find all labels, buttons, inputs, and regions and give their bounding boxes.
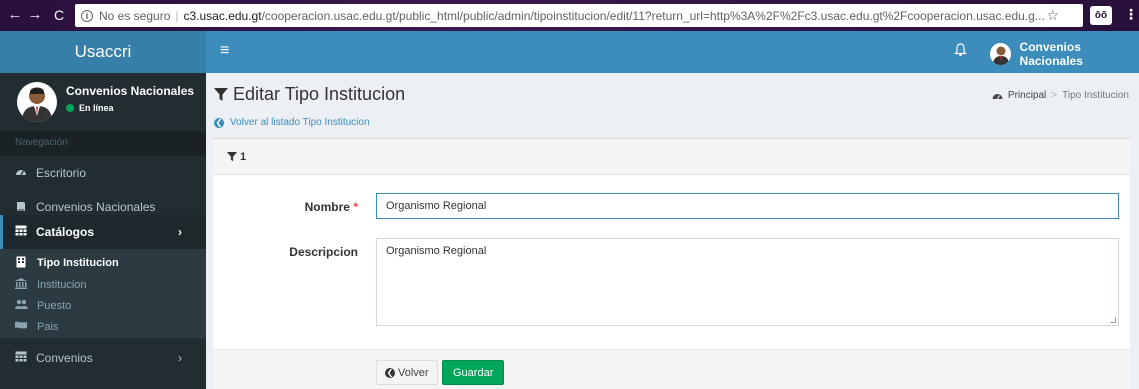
top-navbar: ≡ Convenios Nacionales bbox=[206, 31, 1139, 73]
chevron-right-icon: › bbox=[178, 225, 182, 239]
notifications-bell-icon[interactable] bbox=[954, 43, 967, 60]
table-icon bbox=[14, 225, 28, 239]
descripcion-value: Organismo Regional bbox=[386, 245, 487, 257]
breadcrumb-separator: > bbox=[1051, 90, 1058, 101]
sidebar-toggle-icon[interactable]: ≡ bbox=[220, 42, 229, 60]
descripcion-label: Descripcion bbox=[289, 245, 358, 259]
table-icon bbox=[14, 351, 28, 365]
dashboard-icon bbox=[14, 166, 28, 181]
forward-arrow-icon[interactable]: → bbox=[24, 6, 46, 23]
submenu-item-label: Institucion bbox=[37, 279, 87, 291]
browser-toolbar: ← → C i No es seguro | c3.usac.edu.gt /c… bbox=[0, 0, 1139, 31]
url-separator: | bbox=[175, 8, 179, 23]
user-panel: Convenios Nacionales En línea bbox=[0, 73, 206, 131]
nombre-input[interactable]: Organismo Regional bbox=[376, 193, 1119, 219]
submenu-item-pais[interactable]: Pais bbox=[0, 316, 206, 338]
submenu-item-tipo-institucion[interactable]: Tipo Institucion bbox=[0, 252, 206, 274]
resize-handle[interactable] bbox=[1110, 317, 1116, 323]
sidebar-item-label: Catálogos bbox=[36, 225, 95, 239]
box-footer: ❮ Volver Guardar bbox=[213, 349, 1130, 389]
sidebar-user-name: Convenios Nacionales bbox=[66, 84, 195, 98]
users-icon bbox=[15, 299, 28, 313]
bank-icon bbox=[15, 278, 27, 292]
extension-icon[interactable]: ōō bbox=[1090, 6, 1112, 25]
breadcrumb-home[interactable]: Principal bbox=[1008, 90, 1046, 101]
page-title-text: Editar Tipo Institucion bbox=[233, 84, 406, 104]
submenu-item-label: Puesto bbox=[37, 300, 72, 312]
user-menu[interactable]: Convenios Nacionales bbox=[990, 40, 1139, 68]
volver-label: Volver bbox=[398, 366, 429, 379]
chevron-circle-left-icon: ❮ bbox=[385, 367, 395, 378]
chevron-right-icon: › bbox=[178, 351, 182, 365]
filter-icon bbox=[214, 87, 228, 101]
back-to-list-link[interactable]: ❮ Volver al listado Tipo Institucion bbox=[214, 117, 370, 128]
chevron-circle-left-icon: ❮ bbox=[214, 117, 224, 128]
nombre-label-text: Nombre bbox=[304, 200, 350, 214]
volver-button[interactable]: ❮ Volver bbox=[376, 360, 438, 385]
nombre-label: Nombre * bbox=[273, 200, 358, 214]
descripcion-textarea[interactable]: Organismo Regional bbox=[376, 238, 1119, 326]
guardar-button[interactable]: Guardar bbox=[442, 360, 505, 385]
back-link-label: Volver al listado Tipo Institucion bbox=[230, 117, 370, 128]
catalogos-submenu: Tipo Institucion Institucion Puesto Pais bbox=[0, 249, 206, 338]
box-header: 1 bbox=[213, 139, 1130, 175]
submenu-item-institucion[interactable]: Institucion bbox=[0, 274, 206, 296]
required-mark: * bbox=[353, 200, 358, 214]
app-logo[interactable]: Usaccri bbox=[0, 31, 206, 73]
record-id: 1 bbox=[240, 150, 247, 163]
submenu-item-label: Pais bbox=[37, 321, 59, 333]
breadcrumb-current: Tipo Institucion bbox=[1062, 90, 1129, 101]
user-avatar-icon bbox=[990, 43, 1011, 65]
address-bar[interactable]: i No es seguro | c3.usac.edu.gt /coopera… bbox=[75, 4, 1083, 27]
dashboard-icon bbox=[992, 93, 1003, 99]
sidebar-item-convenios[interactable]: Convenios › bbox=[0, 341, 206, 375]
user-avatar-icon bbox=[17, 82, 57, 122]
submenu-item-puesto[interactable]: Puesto bbox=[0, 295, 206, 317]
edit-form-box: 1 Nombre * Organismo Regional Descripcio… bbox=[213, 138, 1130, 389]
sidebar-item-label: Convenios bbox=[36, 351, 93, 365]
url-path: /cooperacion.usac.edu.gt/public_html/pub… bbox=[261, 8, 1045, 23]
reload-icon[interactable]: C bbox=[48, 7, 70, 23]
sidebar-item-label: Escritorio bbox=[36, 166, 87, 180]
info-icon[interactable]: i bbox=[81, 9, 93, 22]
book-icon bbox=[14, 200, 28, 215]
sidebar-item-catalogos[interactable]: Catálogos › bbox=[0, 215, 206, 249]
insecure-label: No es seguro bbox=[99, 8, 171, 23]
online-dot-icon bbox=[66, 104, 74, 112]
building-icon bbox=[15, 256, 27, 271]
page-title: Editar Tipo Institucion bbox=[214, 84, 405, 105]
main-content: Editar Tipo Institucion Principal > Tipo… bbox=[206, 73, 1139, 389]
sidebar-item-label: Convenios Nacionales bbox=[36, 200, 156, 214]
status-label: En línea bbox=[79, 103, 114, 113]
sidebar: Convenios Nacionales En línea Navegación… bbox=[0, 73, 206, 389]
user-name: Convenios Nacionales bbox=[1019, 40, 1083, 68]
submenu-item-label: Tipo Institucion bbox=[37, 257, 119, 269]
breadcrumb: Principal > Tipo Institucion bbox=[992, 90, 1129, 101]
nav-header: Navegación bbox=[0, 131, 206, 156]
online-status: En línea bbox=[66, 103, 114, 113]
filter-icon bbox=[227, 151, 237, 161]
sidebar-item-escritorio[interactable]: Escritorio bbox=[0, 156, 206, 190]
bookmark-star-icon[interactable]: ☆ bbox=[1046, 7, 1059, 24]
browser-menu-icon[interactable]: ⋮ bbox=[1124, 6, 1138, 23]
back-arrow-icon[interactable]: ← bbox=[4, 6, 26, 23]
url-host: c3.usac.edu.gt bbox=[183, 8, 262, 23]
flag-icon bbox=[15, 321, 27, 334]
